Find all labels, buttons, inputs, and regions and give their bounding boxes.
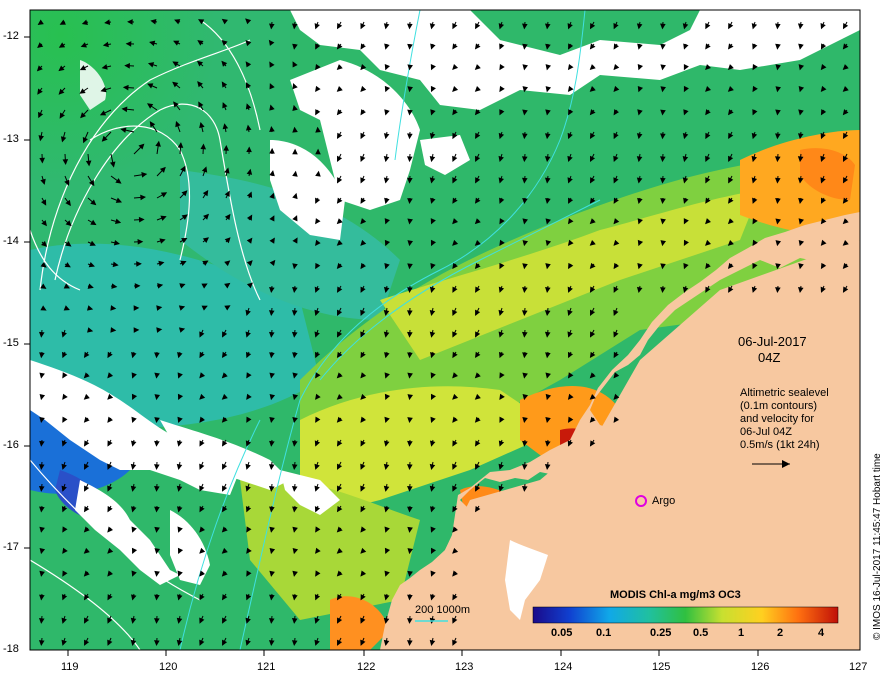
lat-tick: -14 bbox=[3, 235, 19, 247]
lon-tick: 124 bbox=[554, 661, 572, 673]
colorbar-tick: 0.25 bbox=[650, 627, 671, 639]
lat-tick: -18 bbox=[3, 643, 19, 655]
time-line: 04Z bbox=[758, 350, 780, 365]
legend-line: 06-Jul 04Z bbox=[740, 426, 829, 439]
credit-text: © IMOS 16-Jul-2017 11:45:47 Hobart time bbox=[872, 453, 880, 640]
lon-tick: 125 bbox=[652, 661, 670, 673]
legend-description: Altimetric sealevel (0.1m contours) and … bbox=[740, 387, 829, 452]
colorbar-tick: 0.1 bbox=[596, 627, 611, 639]
bathy-legend-label: 200 1000m bbox=[415, 604, 470, 616]
date-line: 06-Jul-2017 bbox=[738, 334, 807, 349]
lon-tick: 120 bbox=[159, 661, 177, 673]
map-area bbox=[30, 10, 860, 650]
colorbar-tick: 4 bbox=[818, 627, 824, 639]
lon-tick: 119 bbox=[61, 661, 79, 673]
legend-line: (0.1m contours) bbox=[740, 400, 829, 413]
lon-tick: 123 bbox=[455, 661, 473, 673]
colorbar-tick: 2 bbox=[777, 627, 783, 639]
lon-tick: 121 bbox=[257, 661, 275, 673]
lon-tick: 126 bbox=[751, 661, 769, 673]
lon-tick: 127 bbox=[849, 661, 867, 673]
argo-label: Argo bbox=[652, 495, 675, 507]
lat-tick: -13 bbox=[3, 133, 19, 145]
colorbar-tick: 0.5 bbox=[693, 627, 708, 639]
legend-line: 0.5m/s (1kt 24h) bbox=[740, 439, 829, 452]
lat-tick: -12 bbox=[3, 30, 19, 42]
colorbar bbox=[533, 607, 838, 623]
legend-line: Altimetric sealevel bbox=[740, 387, 829, 400]
lat-tick: -15 bbox=[3, 337, 19, 349]
lat-tick: -16 bbox=[3, 439, 19, 451]
legend-line: and velocity for bbox=[740, 413, 829, 426]
lon-tick: 122 bbox=[357, 661, 375, 673]
lat-tick: -17 bbox=[3, 541, 19, 553]
colorbar-tick: 0.05 bbox=[551, 627, 572, 639]
colorbar-title: MODIS Chl-a mg/m3 OC3 bbox=[610, 589, 741, 601]
colorbar-tick: 1 bbox=[738, 627, 744, 639]
